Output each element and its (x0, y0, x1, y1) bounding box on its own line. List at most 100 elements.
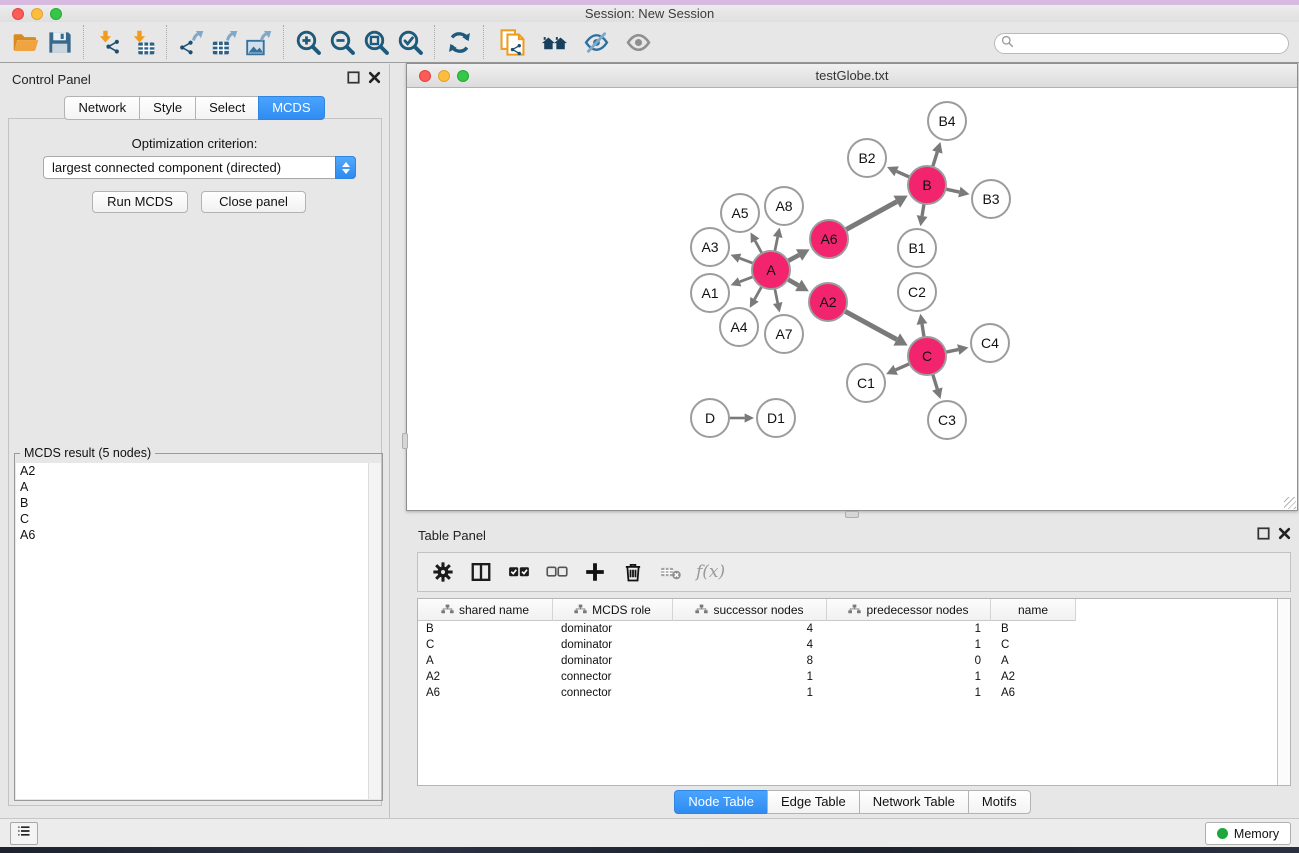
table-tab-network-table[interactable]: Network Table (859, 790, 969, 814)
float-panel-icon[interactable] (347, 71, 360, 84)
graph-edge-A-A7[interactable] (773, 289, 783, 313)
mcds-result-scrollbar[interactable] (368, 463, 381, 799)
network-canvas[interactable]: B4B2BB3A8A5A6A3B1AA1C2A2A4A7C4CC1DD1C3 (407, 89, 1297, 510)
graph-edge-C-C4[interactable] (946, 344, 969, 355)
hide-selected-icon[interactable] (575, 26, 617, 58)
panel-divider-handle[interactable] (402, 433, 408, 449)
graph-edge-D-D1[interactable] (729, 413, 754, 422)
close-panel-icon[interactable] (368, 71, 381, 84)
graph-edge-A-A1[interactable] (731, 277, 754, 287)
graph-node-A6[interactable]: A6 (810, 220, 848, 258)
zoom-in-icon[interactable] (291, 26, 325, 58)
search-field[interactable] (994, 33, 1289, 54)
columns-icon[interactable] (464, 557, 498, 587)
close-table-panel-icon[interactable] (1278, 527, 1291, 540)
zoom-out-icon[interactable] (325, 26, 359, 58)
column-header-shared-name[interactable]: shared name (418, 599, 553, 621)
column-header-successor-nodes[interactable]: successor nodes (673, 599, 827, 621)
network-close-button[interactable] (419, 70, 431, 82)
search-input[interactable] (1014, 35, 1288, 52)
delete-row-icon[interactable] (616, 557, 650, 587)
close-panel-button[interactable]: Close panel (201, 191, 306, 213)
memory-button[interactable]: Memory (1205, 822, 1291, 845)
table-scrollbar[interactable] (1277, 599, 1290, 785)
import-network-icon[interactable] (91, 26, 125, 58)
graph-edge-C-C3[interactable] (932, 374, 942, 399)
graph-node-A1[interactable]: A1 (691, 274, 729, 312)
open-file-icon[interactable] (8, 26, 42, 58)
table-row[interactable]: Cdominator41C (418, 637, 1277, 653)
graph-node-A4[interactable]: A4 (720, 308, 758, 346)
graph-edge-B-B1[interactable] (917, 204, 928, 227)
tab-network[interactable]: Network (64, 96, 140, 120)
export-network-icon[interactable] (174, 26, 208, 58)
graph-node-B4[interactable]: B4 (928, 102, 966, 140)
graph-node-B1[interactable]: B1 (898, 229, 936, 267)
graph-edge-A-A5[interactable] (751, 232, 762, 253)
graph-edge-A-A2[interactable] (788, 279, 809, 291)
mcds-result-item[interactable]: A6 (16, 527, 368, 543)
gear-icon[interactable] (426, 557, 460, 587)
graph-node-B2[interactable]: B2 (848, 139, 886, 177)
show-graphics-icon[interactable] (617, 26, 659, 58)
mcds-result-item[interactable]: C (16, 511, 368, 527)
graph-edge-C-C2[interactable] (917, 314, 928, 337)
graph-edge-A-A3[interactable] (731, 254, 754, 264)
graph-edge-A-A8[interactable] (773, 228, 783, 252)
table-tab-edge-table[interactable]: Edge Table (767, 790, 860, 814)
mcds-result-list[interactable]: A2ABCA6 (16, 463, 368, 799)
graph-node-A3[interactable]: A3 (691, 228, 729, 266)
zoom-selected-icon[interactable] (393, 26, 427, 58)
mcds-result-item[interactable]: B (16, 495, 368, 511)
graph-node-C1[interactable]: C1 (847, 364, 885, 402)
graph-edge-B-B3[interactable] (946, 187, 970, 198)
unselect-all-icon[interactable] (540, 557, 574, 587)
table-tab-node-table[interactable]: Node Table (674, 790, 768, 814)
network-window-titlebar[interactable]: testGlobe.txt (407, 64, 1297, 88)
select-all-icon[interactable] (502, 557, 536, 587)
run-mcds-button[interactable]: Run MCDS (92, 191, 188, 213)
tab-style[interactable]: Style (139, 96, 196, 120)
table-row[interactable]: Adominator80A (418, 653, 1277, 669)
mcds-result-item[interactable]: A2 (16, 463, 368, 479)
table-divider-handle[interactable] (845, 511, 859, 518)
column-header-name[interactable]: name (991, 599, 1076, 621)
tab-select[interactable]: Select (195, 96, 259, 120)
column-header-predecessor-nodes[interactable]: predecessor nodes (827, 599, 991, 621)
home-icon[interactable] (533, 26, 575, 58)
table-row[interactable]: Bdominator41B (418, 621, 1277, 637)
graph-edge-A2-C[interactable] (845, 311, 908, 345)
column-header-MCDS-role[interactable]: MCDS role (553, 599, 673, 621)
save-session-icon[interactable] (42, 26, 76, 58)
graph-node-A8[interactable]: A8 (765, 187, 803, 225)
network-minimize-button[interactable] (438, 70, 450, 82)
graph-node-B[interactable]: B (908, 166, 946, 204)
graph-node-A[interactable]: A (752, 251, 790, 289)
add-row-icon[interactable] (578, 557, 612, 587)
graph-node-D1[interactable]: D1 (757, 399, 795, 437)
zoom-fit-icon[interactable] (359, 26, 393, 58)
graph-edge-C-C1[interactable] (886, 364, 910, 375)
new-session-from-network-icon[interactable] (491, 26, 533, 58)
graph-node-C3[interactable]: C3 (928, 401, 966, 439)
mcds-result-item[interactable]: A (16, 479, 368, 495)
table-tab-motifs[interactable]: Motifs (968, 790, 1031, 814)
graph-edge-B-B4[interactable] (932, 142, 942, 167)
task-history-button[interactable] (10, 822, 38, 845)
table-row[interactable]: A6connector11A6 (418, 685, 1277, 701)
clear-table-icon[interactable] (654, 557, 688, 587)
graph-edge-A6-B[interactable] (846, 196, 908, 230)
refresh-icon[interactable] (442, 26, 476, 58)
graph-node-B3[interactable]: B3 (972, 180, 1010, 218)
graph-node-C[interactable]: C (908, 337, 946, 375)
resize-grip-icon[interactable] (1284, 497, 1296, 509)
graph-node-A7[interactable]: A7 (765, 315, 803, 353)
export-table-icon[interactable] (208, 26, 242, 58)
tab-mcds[interactable]: MCDS (258, 96, 324, 120)
import-table-icon[interactable] (125, 26, 159, 58)
network-maximize-button[interactable] (457, 70, 469, 82)
graph-edge-A-A6[interactable] (788, 249, 810, 261)
graph-node-A2[interactable]: A2 (809, 283, 847, 321)
graph-node-C2[interactable]: C2 (898, 273, 936, 311)
graph-node-C4[interactable]: C4 (971, 324, 1009, 362)
